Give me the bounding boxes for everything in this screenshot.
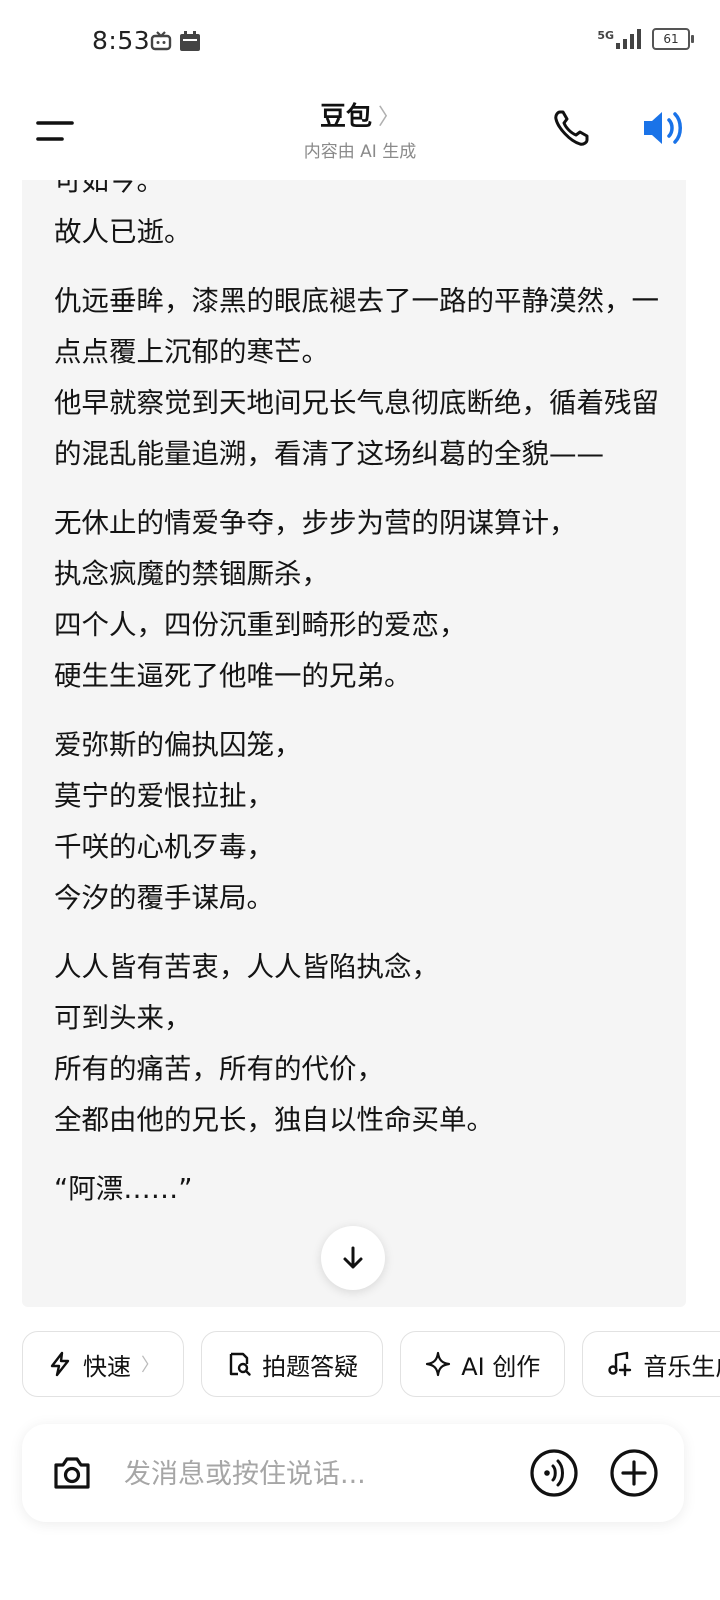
message-paragraph: 可如今。 故人已逝。 [54,180,192,248]
bot-name: 豆包 [319,102,372,132]
ai-disclaimer: 内容由 AI 生成 [303,142,417,162]
header-center: 豆包 〉 内容由 AI 生成 [0,96,720,162]
more-options-button[interactable] [608,1447,660,1499]
voice-call-button[interactable] [528,1447,580,1499]
chip-music-generation[interactable]: 音乐生成 [582,1331,720,1397]
calendar-icon [178,30,202,56]
chip-fast-mode[interactable]: 快速 〉 [22,1331,184,1397]
message-paragraph: “阿漂……” [54,1173,193,1205]
music-icon [608,1351,632,1377]
phone-icon [554,110,589,146]
tv-icon [150,30,172,56]
message-paragraph: 无休止的情爱争夺，步步为营的阴谋算计， 执念疯魔的禁锢厮杀， 四个人，四份沉重到… [54,507,577,692]
camera-icon [54,1457,90,1489]
sparkle-icon [426,1351,451,1377]
scroll-to-bottom-button[interactable] [321,1226,385,1290]
message-paragraph: 爱弥斯的偏执囚笼， 莫宁的爱恨拉扯， 千咲的心机歹毒， 今汐的覆手谋局。 [54,729,302,914]
chevron-right-icon: 〉 [141,1355,159,1376]
ai-message-card: 可如今。 故人已逝。 仇远垂眸，漆黑的眼底褪去了一路的平静漠然，一点点覆上沉郁的… [22,180,686,1307]
message-paragraph: 人人皆有苦衷，人人皆陷执念， 可到头来， 所有的痛苦，所有的代价， 全都由他的兄… [54,951,494,1136]
battery-icon: 61 [652,28,694,50]
chip-label: 拍题答疑 [262,1352,359,1381]
chip-ai-creation[interactable]: AI 创作 [400,1331,566,1397]
chevron-right-icon: 〉 [378,104,401,130]
message-paragraph: 仇远垂眸，漆黑的眼底褪去了一路的平静漠然，一点点覆上沉郁的寒芒。 他早就察觉到天… [54,285,659,470]
status-indicators: 5G 61 [597,28,694,50]
bot-name-button[interactable]: 豆包 〉 [320,96,400,133]
chip-label: AI 创作 [461,1352,541,1381]
chip-label: 音乐生成 [643,1352,720,1381]
call-button[interactable] [550,106,594,150]
camera-button[interactable] [50,1451,94,1495]
speaker-button[interactable] [640,104,690,152]
photo-search-icon [229,1352,251,1376]
message-input[interactable] [122,1448,506,1500]
signal-icon: 5G [597,29,642,49]
chip-label: 快速 [83,1352,131,1381]
voice-wave-icon [530,1449,578,1497]
message-input-bar [22,1424,684,1522]
ai-message-text: 可如今。 故人已逝。 仇远垂眸，漆黑的眼底褪去了一路的平静漠然，一点点覆上沉郁的… [54,180,674,1233]
network-type: 5G [597,29,614,42]
status-bar: 8:53 5G 61 [0,0,720,84]
battery-level: 61 [663,32,679,46]
quick-action-chips: 快速 〉 拍题答疑 AI 创作 音乐生成 [22,1331,720,1401]
lightning-icon [50,1351,70,1377]
plus-icon [610,1449,658,1497]
arrow-down-icon [343,1246,363,1269]
speaker-icon [644,112,682,144]
chat-header: 豆包 〉 内容由 AI 生成 [0,84,720,180]
status-time: 8:53 [92,26,151,55]
chip-photo-question[interactable]: 拍题答疑 [201,1331,384,1397]
